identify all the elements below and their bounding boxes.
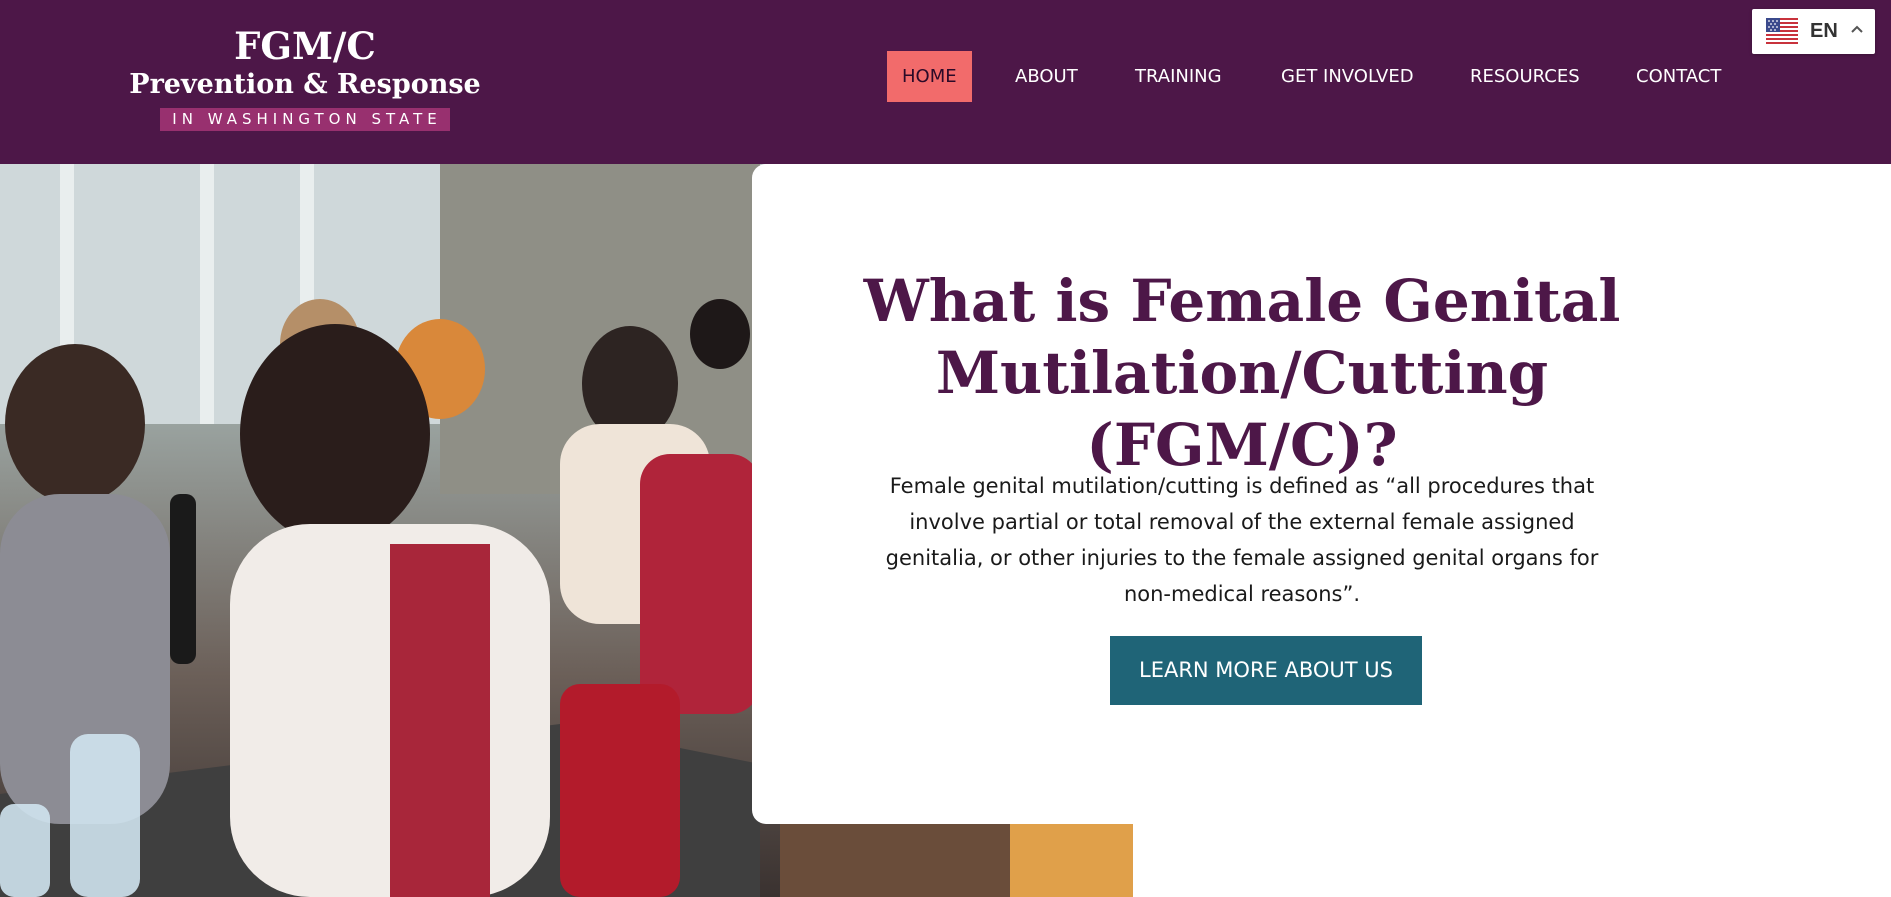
nav-item-home[interactable]: HOME [887, 51, 972, 102]
us-flag-icon [1766, 18, 1798, 44]
learn-more-button[interactable]: LEARN MORE ABOUT US [1110, 636, 1422, 705]
nav-item-resources[interactable]: RESOURCES [1470, 51, 1580, 102]
language-selector[interactable]: EN [1752, 9, 1875, 54]
nav-item-contact[interactable]: CONTACT [1636, 51, 1721, 102]
page-title: What is Female Genital Mutilation/Cuttin… [863, 267, 1621, 479]
intro-text: Female genital mutilation/cutting is def… [885, 474, 1599, 606]
intro-card: What is Female Genital Mutilation/Cuttin… [752, 164, 1891, 824]
language-code: EN [1810, 20, 1838, 42]
chevron-up-icon [1851, 25, 1863, 33]
nav-item-training[interactable]: TRAINING [1135, 51, 1222, 102]
nav-item-get-involved[interactable]: GET INVOLVED [1281, 51, 1414, 102]
main-nav: HOME ABOUT TRAINING GET INVOLVED RESOURC… [0, 51, 1891, 102]
site-header: FGM/C Prevention & Response IN WASHINGTO… [0, 0, 1891, 164]
logo-tagline: IN WASHINGTON STATE [160, 108, 450, 131]
nav-item-about[interactable]: ABOUT [1015, 51, 1078, 102]
